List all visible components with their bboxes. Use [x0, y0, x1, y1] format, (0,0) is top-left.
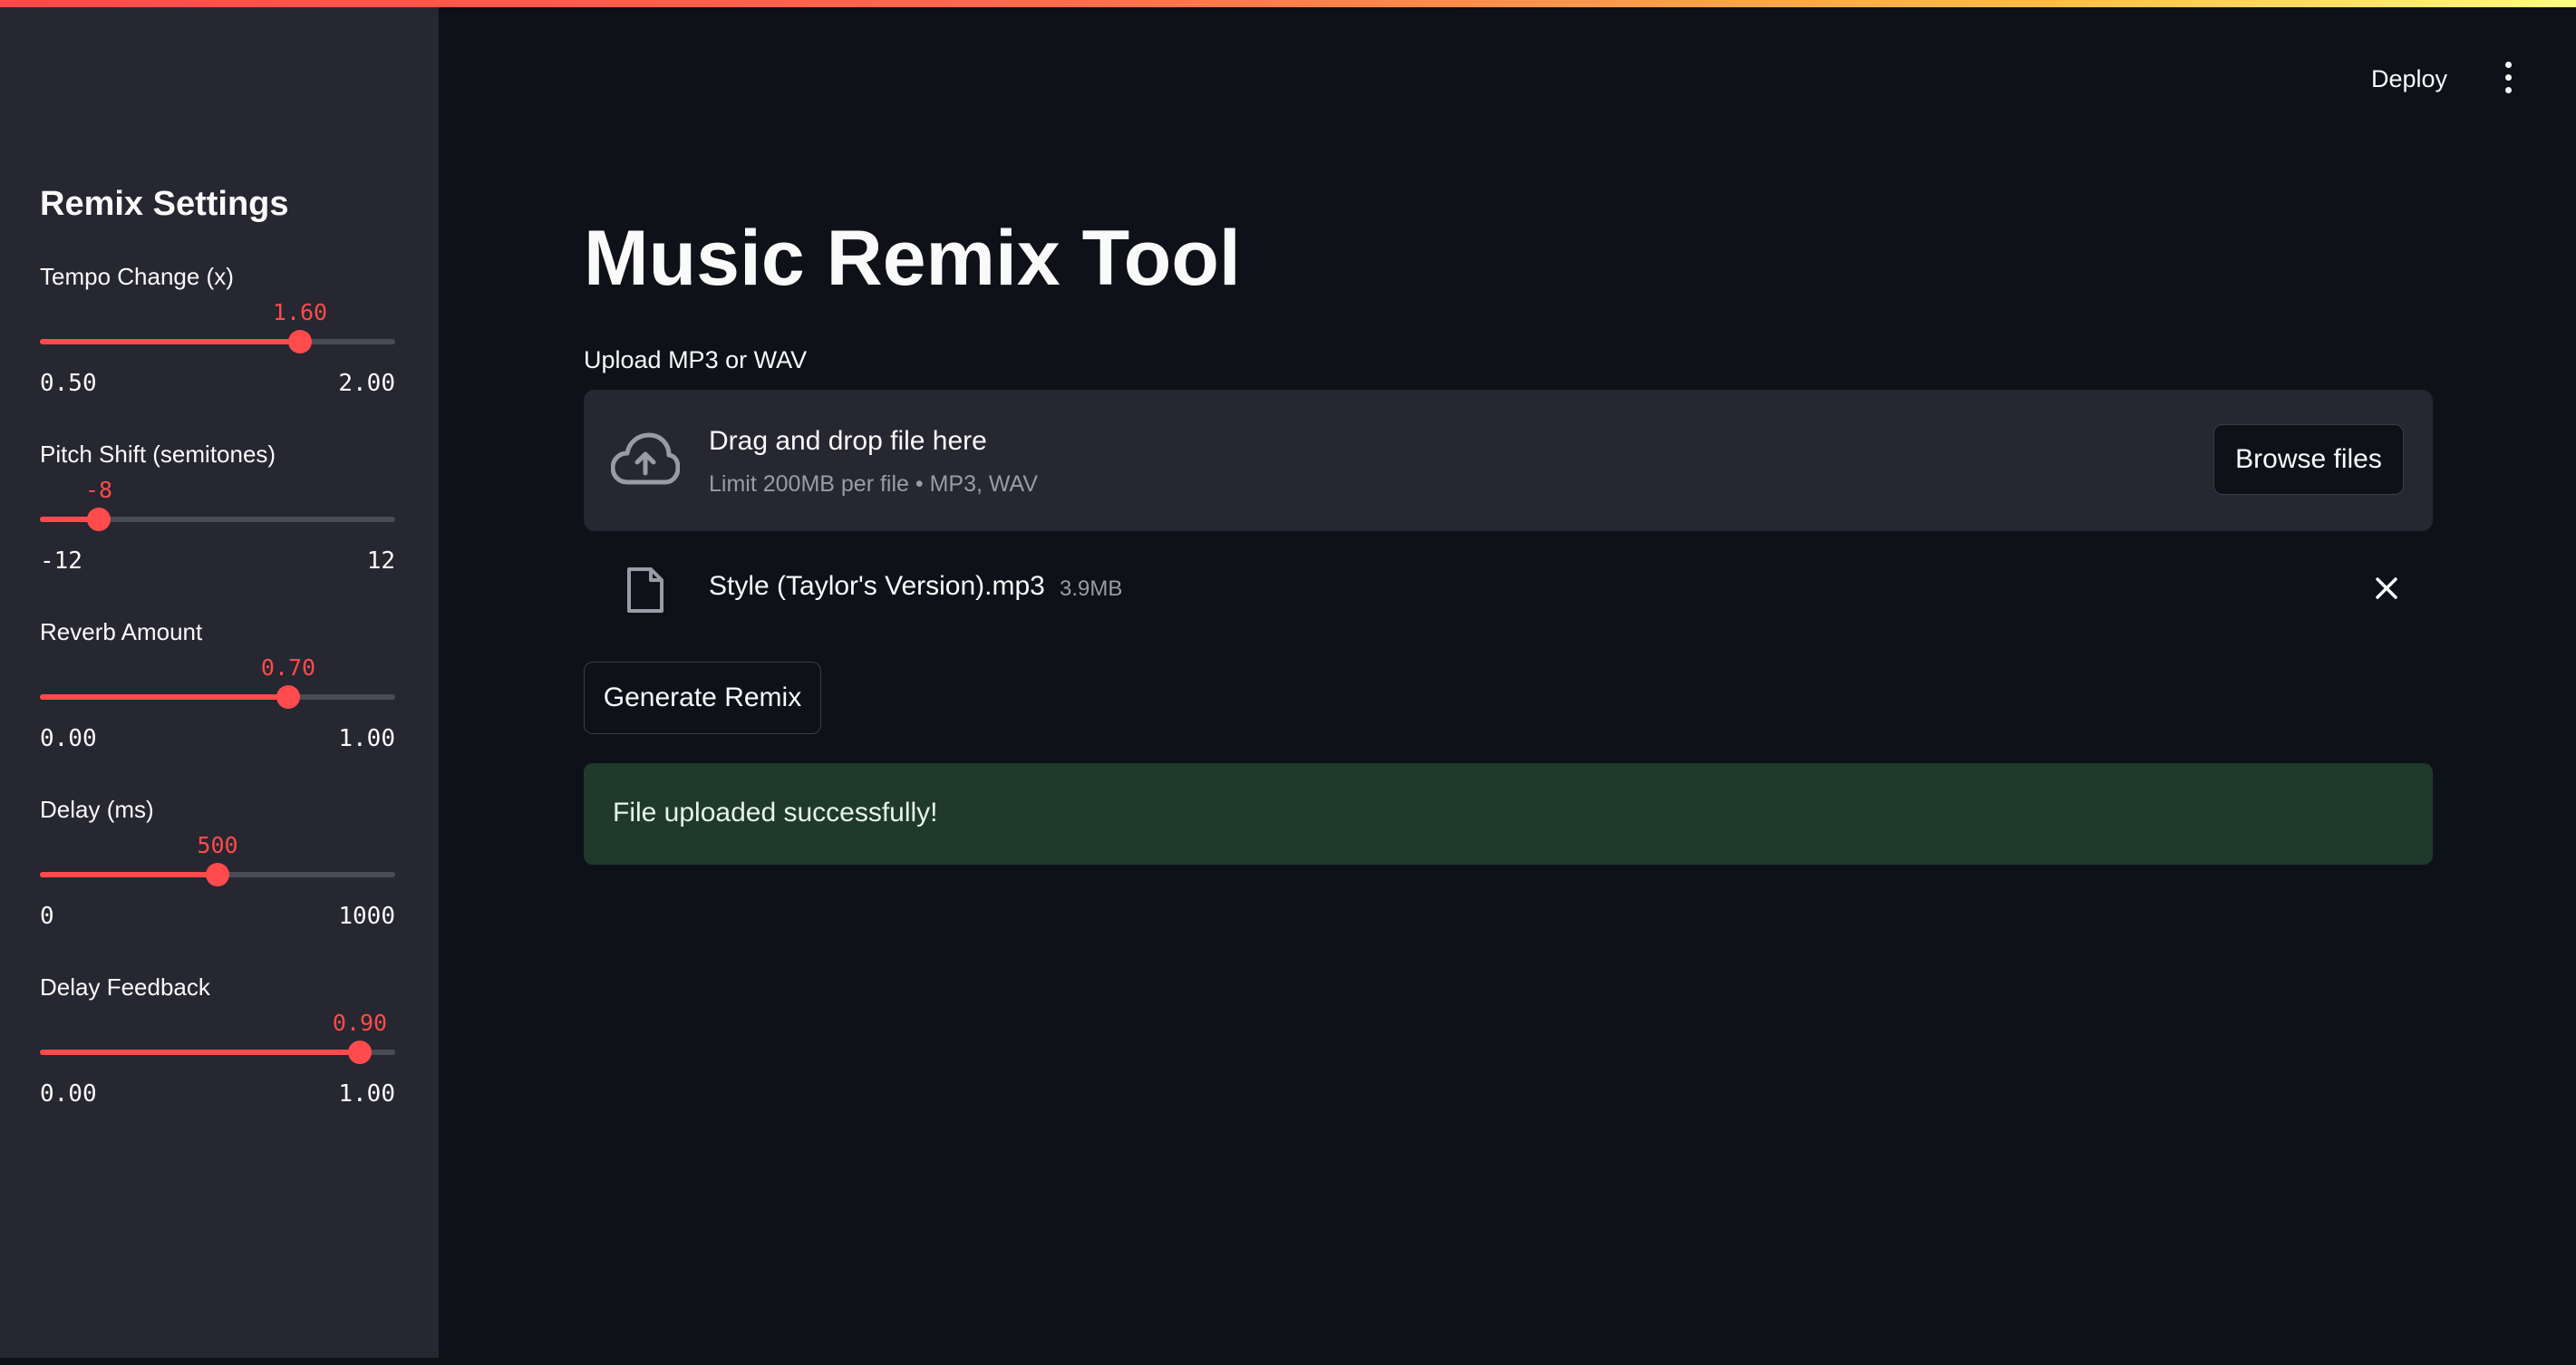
remove-file-icon[interactable] [2373, 575, 2400, 602]
top-decoration-bar [0, 0, 2576, 7]
slider-current-value: 0.70 [260, 654, 316, 681]
slider-track[interactable] [40, 330, 395, 353]
slider-1[interactable]: Pitch Shift (semitones) -8 -12 12 [40, 440, 395, 604]
file-dropzone[interactable]: Drag and drop file here Limit 200MB per … [584, 390, 2433, 531]
slider-label: Tempo Change (x) [40, 263, 234, 290]
slider-4[interactable]: Delay Feedback 0.90 0.00 1.00 [40, 973, 395, 1137]
slider-0[interactable]: Tempo Change (x) 1.60 0.50 2.00 [40, 263, 395, 426]
sidebar-title: Remix Settings [40, 185, 289, 223]
success-message: File uploaded successfully! [613, 798, 938, 828]
slider-label: Delay Feedback [40, 973, 210, 1001]
file-icon [627, 567, 663, 613]
slider-current-value: 1.60 [272, 299, 328, 325]
slider-track[interactable] [40, 508, 395, 531]
slider-fill [40, 694, 288, 700]
slider-2[interactable]: Reverb Amount 0.70 0.00 1.00 [40, 618, 395, 781]
slider-current-value: 0.90 [332, 1010, 388, 1036]
sidebar: Remix Settings Tempo Change (x) 1.60 0.50 2… [0, 7, 439, 1358]
slider-label: Delay (ms) [40, 796, 154, 823]
page-title: Music Remix Tool [584, 215, 1241, 302]
generate-remix-button[interactable]: Generate Remix [584, 662, 821, 734]
file-size: 3.9MB [1060, 576, 1123, 601]
upload-label: Upload MP3 or WAV [584, 346, 808, 373]
slider-thumb[interactable] [87, 508, 111, 531]
slider-thumb[interactable] [206, 863, 229, 886]
slider-max-label: 1000 [338, 903, 395, 930]
slider-3[interactable]: Delay (ms) 500 0 1000 [40, 796, 395, 959]
slider-min-label: 0.00 [40, 725, 97, 752]
dropzone-instruction: Drag and drop file here [709, 426, 987, 456]
slider-thumb[interactable] [276, 685, 300, 709]
slider-track[interactable] [40, 863, 395, 886]
slider-min-label: -12 [40, 547, 82, 575]
slider-fill [40, 339, 300, 344]
slider-thumb[interactable] [288, 330, 312, 353]
slider-min-label: 0.00 [40, 1080, 97, 1108]
slider-current-value: -8 [84, 477, 113, 503]
dropzone-limit-text: Limit 200MB per file • MP3, WAV [709, 471, 1039, 497]
slider-min-label: 0 [40, 903, 54, 930]
slider-fill [40, 1050, 360, 1055]
slider-track[interactable] [40, 1041, 395, 1064]
slider-thumb[interactable] [348, 1041, 372, 1064]
slider-track[interactable] [40, 685, 395, 709]
browse-files-button[interactable]: Browse files [2213, 424, 2404, 495]
slider-max-label: 1.00 [338, 725, 395, 752]
slider-max-label: 12 [366, 547, 395, 575]
uploaded-file-item: Style (Taylor's Version).mp3 3.9MB [584, 547, 2433, 629]
slider-label: Reverb Amount [40, 618, 203, 645]
slider-label: Pitch Shift (semitones) [40, 440, 276, 468]
slider-max-label: 2.00 [338, 370, 395, 397]
slider-fill [40, 872, 218, 877]
slider-min-label: 0.50 [40, 370, 97, 397]
slider-max-label: 1.00 [338, 1080, 395, 1108]
kebab-menu-icon[interactable] [2498, 60, 2520, 96]
success-alert: File uploaded successfully! [584, 763, 2433, 865]
slider-current-value: 500 [197, 832, 238, 858]
cloud-upload-icon [611, 432, 680, 485]
file-name: Style (Taylor's Version).mp3 [709, 571, 1045, 601]
deploy-button[interactable]: Deploy [2360, 58, 2458, 101]
